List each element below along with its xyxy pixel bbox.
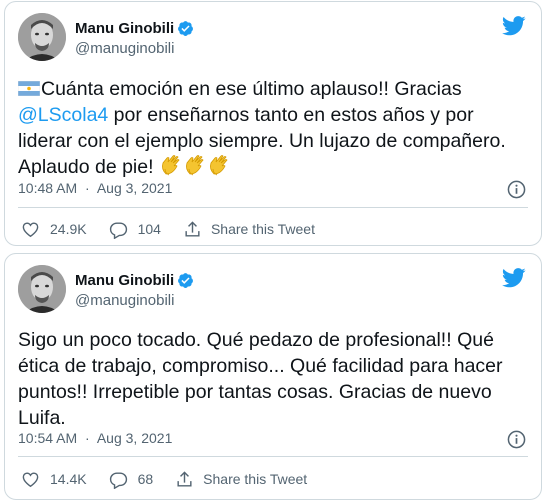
avatar[interactable] <box>18 265 66 313</box>
verified-badge-icon <box>177 272 194 289</box>
verified-badge-icon <box>177 20 194 37</box>
avatar[interactable] <box>18 13 66 61</box>
divider <box>18 207 528 208</box>
share-button[interactable]: Share this Tweet <box>183 220 315 239</box>
heart-icon <box>22 221 39 237</box>
reply-button[interactable]: 104 <box>109 220 161 239</box>
heart-icon <box>22 471 39 487</box>
reply-icon <box>109 221 127 239</box>
author-handle[interactable]: @manuginobili <box>75 292 194 309</box>
tweet-text: Sigo un poco tocado. Qué pedazo de profe… <box>18 329 503 429</box>
tweet-metadata: 10:48 AM · Aug 3, 2021 <box>18 180 528 200</box>
tweet-time[interactable]: 10:54 AM <box>18 430 77 446</box>
clapping-hands-icon <box>160 154 183 176</box>
reply-button[interactable]: 68 <box>109 470 154 489</box>
author-handle[interactable]: @manuginobili <box>75 40 194 57</box>
tweet-actions: 24.9K 104 Share this Tweet <box>21 218 528 240</box>
info-icon[interactable] <box>507 180 526 199</box>
share-icon <box>185 220 200 237</box>
tweet-header: Manu Ginobili @manuginobili <box>18 265 528 317</box>
author-name[interactable]: Manu Ginobili <box>75 272 174 289</box>
share-label: Share this Tweet <box>210 221 315 237</box>
tweet-text: Cuánta emoción en ese último aplauso!! G… <box>17 76 527 180</box>
clapping-hands-icon <box>208 154 231 176</box>
tweet-card[interactable]: Manu Ginobili @manuginobili Cuánta emoci… <box>4 1 542 246</box>
info-icon[interactable] <box>507 430 526 449</box>
share-icon <box>177 470 192 487</box>
mention-link[interactable]: @LScola4 <box>18 104 108 126</box>
like-count: 14.4K <box>50 471 87 487</box>
author-name[interactable]: Manu Ginobili <box>75 20 174 37</box>
tweet-date[interactable]: Aug 3, 2021 <box>97 180 173 196</box>
tweet-card[interactable]: Manu Ginobili @manuginobili Sigo un poco… <box>4 253 542 500</box>
share-button[interactable]: Share this Tweet <box>175 470 307 489</box>
tweet-actions: 14.4K 68 Share this Tweet <box>21 468 528 490</box>
tweet-metadata: 10:54 AM · Aug 3, 2021 <box>18 430 528 450</box>
divider <box>18 456 528 457</box>
twitter-bird-icon[interactable] <box>501 16 526 36</box>
argentina-flag-icon <box>17 77 41 97</box>
share-label: Share this Tweet <box>203 471 308 487</box>
reply-icon <box>109 471 127 489</box>
reply-count: 104 <box>137 221 161 237</box>
tweet-time[interactable]: 10:48 AM <box>18 180 77 196</box>
like-button[interactable]: 24.9K <box>21 220 87 239</box>
like-count: 24.9K <box>50 221 87 237</box>
clapping-hands-icon <box>184 154 207 176</box>
tweet-text-part: Cuánta emoción en ese último aplauso!! G… <box>41 78 462 100</box>
tweet-header: Manu Ginobili @manuginobili <box>18 13 528 65</box>
like-button[interactable]: 14.4K <box>21 470 87 489</box>
reply-count: 68 <box>137 471 154 487</box>
tweet-date[interactable]: Aug 3, 2021 <box>97 430 173 446</box>
meta-separator: · <box>85 180 90 196</box>
meta-separator: · <box>85 430 90 446</box>
twitter-bird-icon[interactable] <box>501 268 526 288</box>
